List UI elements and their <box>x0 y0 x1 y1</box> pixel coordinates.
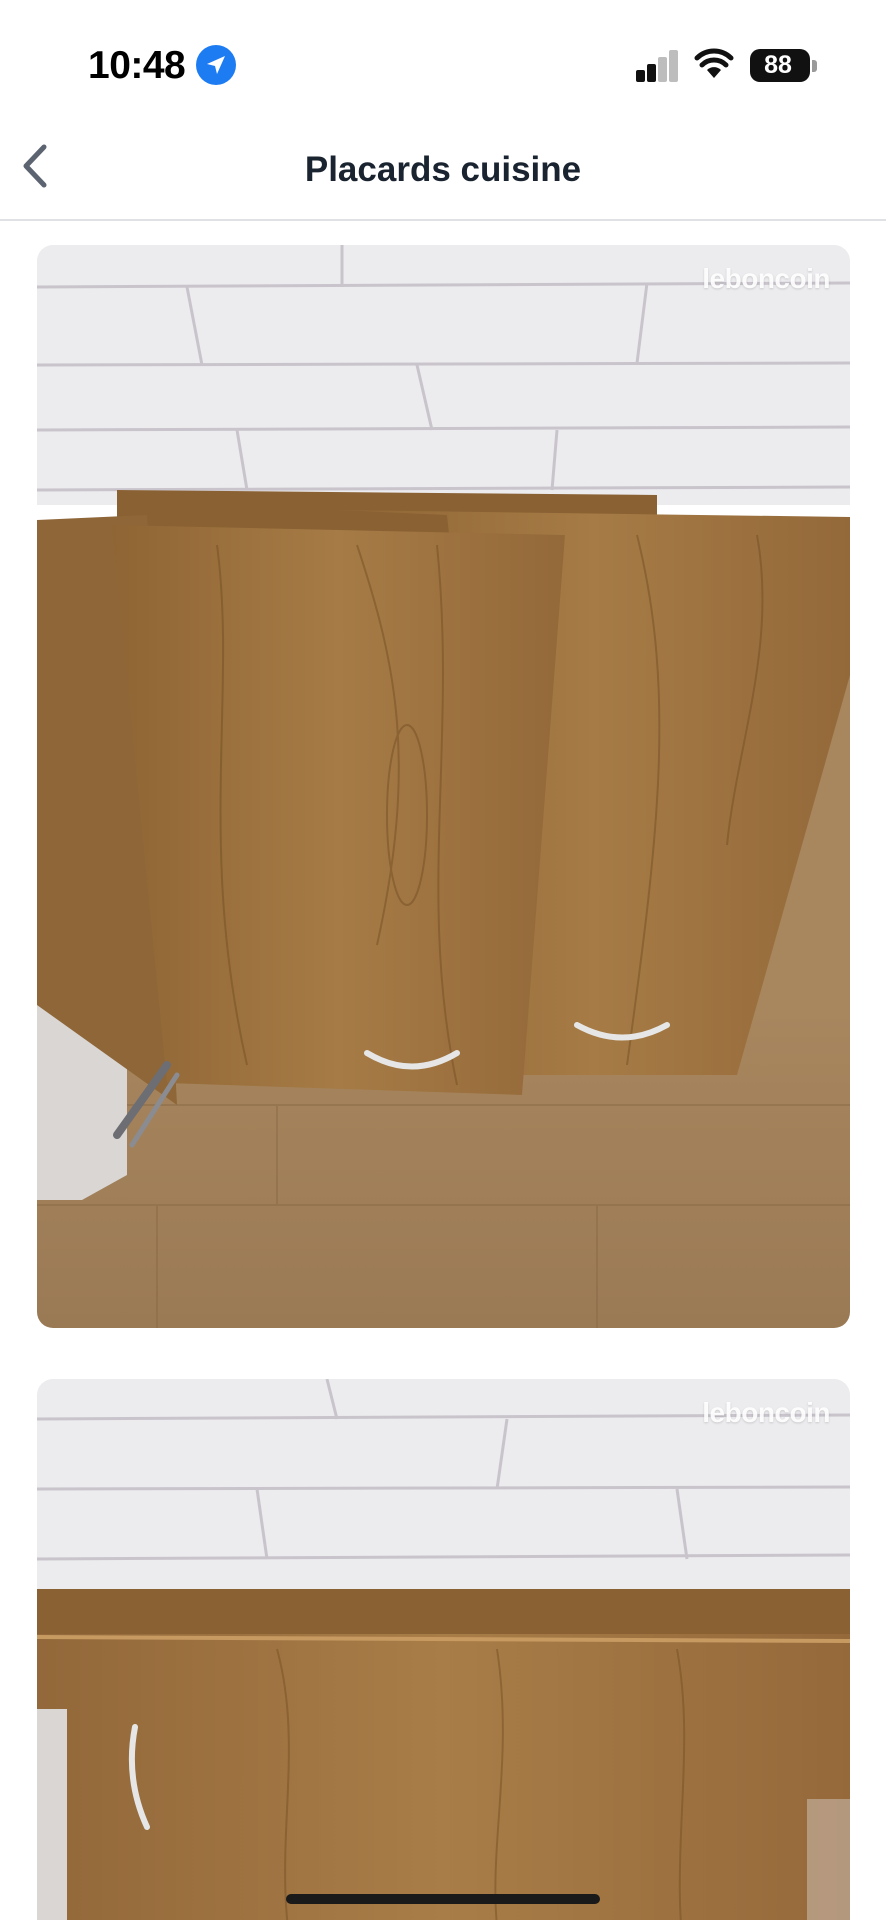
battery-level: 88 <box>764 51 792 79</box>
home-indicator[interactable] <box>286 1894 600 1904</box>
wifi-icon <box>694 48 734 85</box>
location-arrow-icon <box>196 45 236 85</box>
status-time: 10:48 <box>88 44 186 87</box>
page-title: Placards cuisine <box>304 150 582 189</box>
cellular-signal-icon <box>636 50 680 82</box>
leboncoin-watermark: leboncoin <box>702 263 830 294</box>
battery-tip <box>812 60 817 72</box>
cabinet-door-closeup-photo <box>37 1379 850 1920</box>
nav-bar: Placards cuisine <box>0 110 886 221</box>
battery-icon: 88 <box>750 49 810 82</box>
listing-photo-1[interactable]: leboncoin <box>37 245 850 1328</box>
cabinet-doors-photo <box>37 245 850 1328</box>
listing-photo-2[interactable]: leboncoin <box>37 1379 850 1920</box>
status-bar: 10:48 88 <box>0 0 886 110</box>
leboncoin-watermark: leboncoin <box>702 1397 830 1428</box>
